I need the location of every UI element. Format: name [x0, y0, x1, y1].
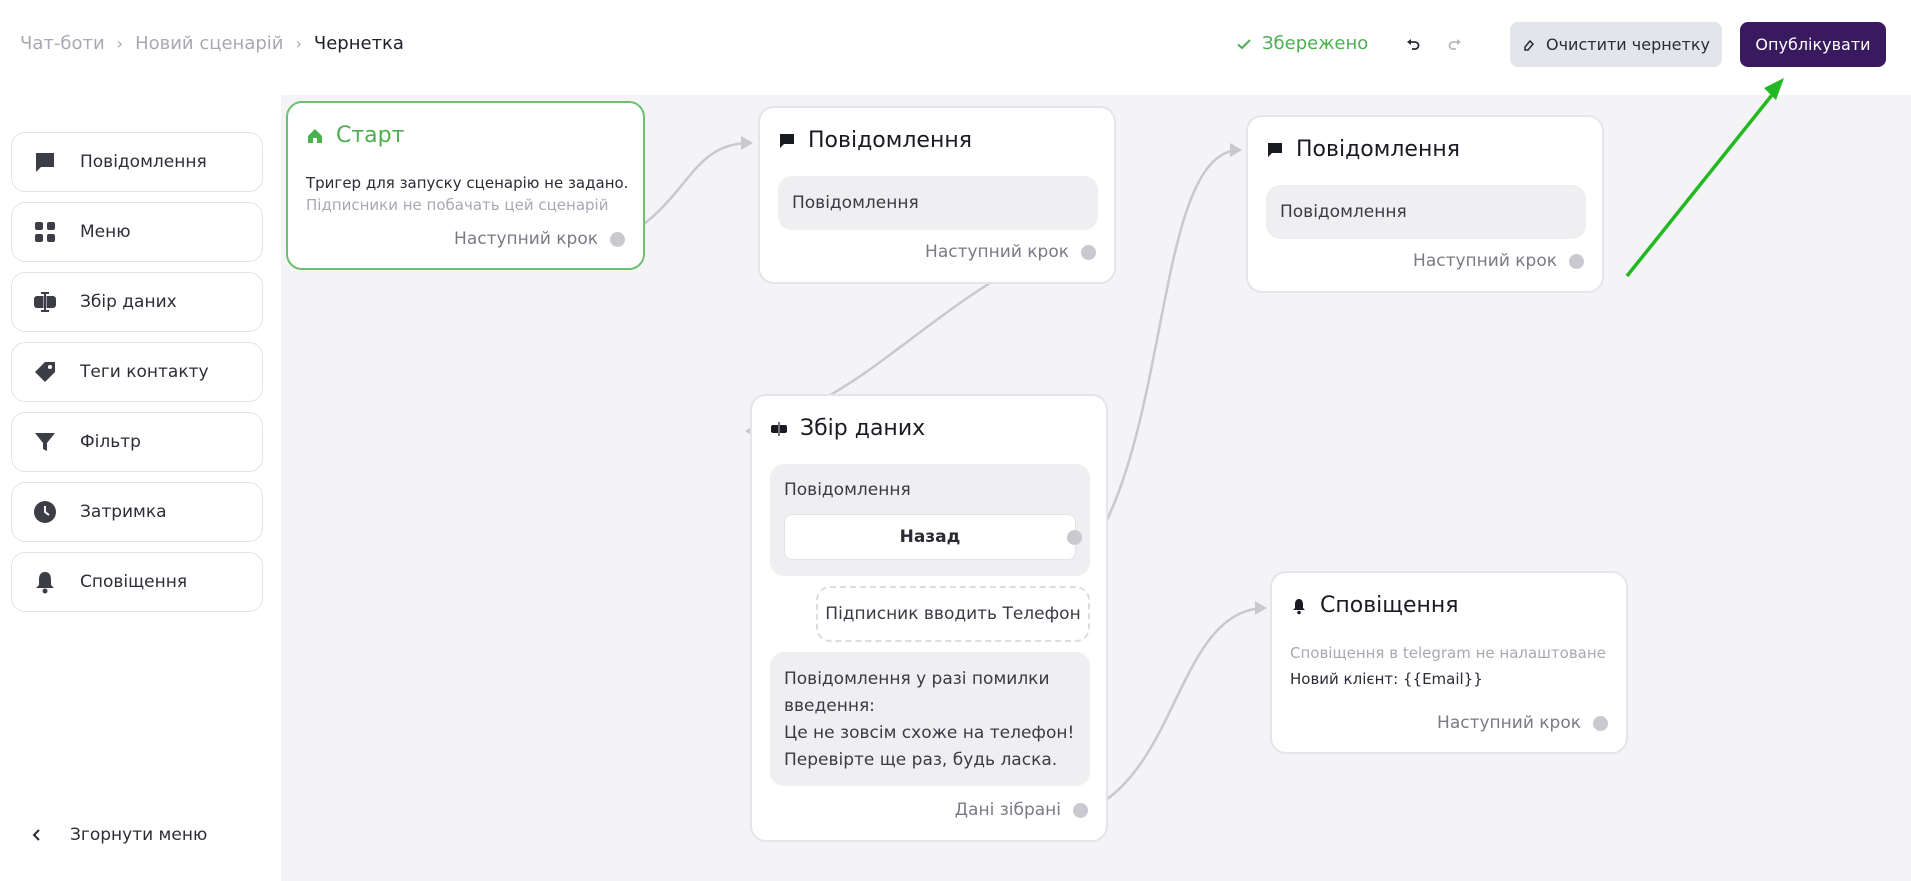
check-icon	[1237, 38, 1251, 49]
message-content[interactable]: Повідомлення	[778, 176, 1098, 230]
sidebar-item-label: Сповіщення	[80, 572, 188, 592]
input-icon	[771, 421, 787, 436]
next-step-port[interactable]: Наступний крок	[925, 242, 1096, 262]
next-step-port[interactable]: Наступний крок	[1413, 251, 1584, 271]
back-button[interactable]: Назад	[784, 514, 1076, 560]
error-message-box[interactable]: Повідомлення у разі помилки введення: Це…	[770, 652, 1090, 786]
saved-label: Збережено	[1262, 33, 1369, 54]
eraser-icon	[1524, 39, 1535, 51]
data-collected-port[interactable]: Дані зібрані	[955, 800, 1088, 820]
data-collection-node[interactable]: Збір даних Повідомлення Назад Підписник …	[750, 394, 1108, 842]
sidebar-item-tags[interactable]: Теги контакту	[11, 342, 263, 402]
data-collected-label: Дані зібрані	[954, 800, 1061, 820]
message-node-title: Повідомлення	[778, 128, 972, 153]
sidebar-item-label: Теги контакту	[80, 362, 209, 382]
sidebar-item-data[interactable]: Збір даних	[11, 272, 263, 332]
data-message-box[interactable]: Повідомлення Назад	[770, 464, 1090, 576]
filter-icon	[35, 433, 55, 451]
chevron-left-icon	[32, 829, 40, 841]
bell-icon	[1293, 598, 1305, 614]
notification-title-label: Сповіщення	[1320, 593, 1459, 618]
next-step-port[interactable]: Наступний крок	[454, 229, 625, 249]
sidebar-item-label: Повідомлення	[80, 152, 207, 172]
data-message-label: Повідомлення	[784, 480, 911, 500]
trigger-text: Тригер для запуску сценарію не задано.	[306, 174, 629, 192]
grid-icon	[35, 222, 55, 242]
start-hint: Підписники не побачать цей сценарій	[306, 196, 609, 214]
collapse-menu-button[interactable]: Згорнути меню	[30, 825, 207, 845]
connector-dot[interactable]	[610, 231, 625, 247]
message-node-title: Повідомлення	[1266, 137, 1460, 162]
home-icon	[308, 128, 322, 143]
clear-draft-label: Очистити чернетку	[1546, 35, 1710, 54]
data-node-title: Збір даних	[770, 416, 925, 441]
sidebar-item-menu[interactable]: Меню	[11, 202, 263, 262]
next-step-label: Наступний крок	[1437, 713, 1581, 733]
top-bar: Чат-боти › Новий сценарій › Чернетка Збе…	[0, 0, 1911, 95]
sidebar-item-notification[interactable]: Сповіщення	[11, 552, 263, 612]
bell-icon	[36, 572, 54, 594]
connector-dot[interactable]	[1073, 802, 1088, 818]
input-icon	[34, 292, 56, 312]
error-line: введення:	[784, 696, 875, 716]
notification-node[interactable]: Сповіщення Сповіщення в telegram не нала…	[1270, 571, 1628, 754]
message-node-1[interactable]: Повідомлення Повідомлення Наступний крок	[758, 106, 1116, 284]
message-icon	[780, 133, 794, 148]
sidebar-item-label: Меню	[80, 222, 131, 242]
clock-icon	[34, 501, 56, 523]
connector-dot[interactable]	[1569, 253, 1584, 269]
start-title-label: Старт	[336, 123, 405, 148]
next-step-label: Наступний крок	[454, 229, 598, 249]
message-title-label: Повідомлення	[1296, 137, 1460, 162]
sidebar-item-label: Збір даних	[80, 292, 177, 312]
undo-button[interactable]	[1398, 30, 1428, 60]
collapse-menu-label: Згорнути меню	[70, 825, 208, 845]
connector-dot[interactable]	[1593, 715, 1608, 731]
error-line: Перевірте ще раз, будь ласка.	[784, 750, 1058, 770]
sidebar-item-label: Затримка	[80, 502, 167, 522]
next-step-label: Наступний крок	[925, 242, 1069, 262]
connector-dot[interactable]	[1081, 244, 1096, 260]
redo-icon	[1448, 39, 1461, 50]
sidebar-item-label: Фільтр	[80, 432, 141, 452]
notification-hint: Сповіщення в telegram не налаштоване	[1290, 644, 1606, 662]
next-step-label: Наступний крок	[1413, 251, 1557, 271]
redo-button[interactable]	[1440, 30, 1470, 60]
sidebar: Повідомлення Меню Збір даних Теги контак…	[0, 95, 281, 881]
message-icon	[1268, 142, 1282, 157]
breadcrumb-chatbots[interactable]: Чат-боти	[20, 33, 105, 54]
message-icon	[36, 153, 54, 172]
message-title-label: Повідомлення	[808, 128, 972, 153]
phone-input-step[interactable]: Підписник вводить Телефон	[816, 586, 1090, 642]
message-content[interactable]: Повідомлення	[1266, 185, 1586, 239]
chevron-right-icon: ›	[295, 34, 302, 53]
breadcrumb-new-scenario[interactable]: Новий сценарій	[135, 33, 283, 54]
error-line: Це не зовсім схоже на телефон!	[784, 723, 1075, 743]
start-node[interactable]: Старт Тригер для запуску сценарію не зад…	[286, 101, 645, 270]
breadcrumb-current: Чернетка	[313, 33, 404, 54]
next-step-port[interactable]: Наступний крок	[1437, 713, 1608, 733]
connector-dot[interactable]	[1067, 530, 1082, 545]
data-title-label: Збір даних	[800, 416, 926, 441]
start-node-title: Старт	[306, 123, 404, 148]
clear-draft-button[interactable]: Очистити чернетку	[1510, 22, 1722, 67]
sidebar-item-message[interactable]: Повідомлення	[11, 132, 263, 192]
tag-icon	[35, 362, 55, 382]
sidebar-item-filter[interactable]: Фільтр	[11, 412, 263, 472]
message-node-2[interactable]: Повідомлення Повідомлення Наступний крок	[1246, 115, 1604, 293]
breadcrumb: Чат-боти › Новий сценарій › Чернетка	[20, 33, 404, 54]
sidebar-item-delay[interactable]: Затримка	[11, 482, 263, 542]
publish-button[interactable]: Опублікувати	[1740, 22, 1886, 67]
notification-node-title: Сповіщення	[1290, 593, 1459, 618]
chevron-right-icon: ›	[116, 34, 124, 53]
undo-icon	[1407, 39, 1420, 50]
error-line: Повідомлення у разі помилки	[784, 669, 1050, 689]
saved-status: Збережено	[1236, 33, 1368, 54]
notification-text: Новий клієнт: {{Email}}	[1290, 670, 1483, 688]
